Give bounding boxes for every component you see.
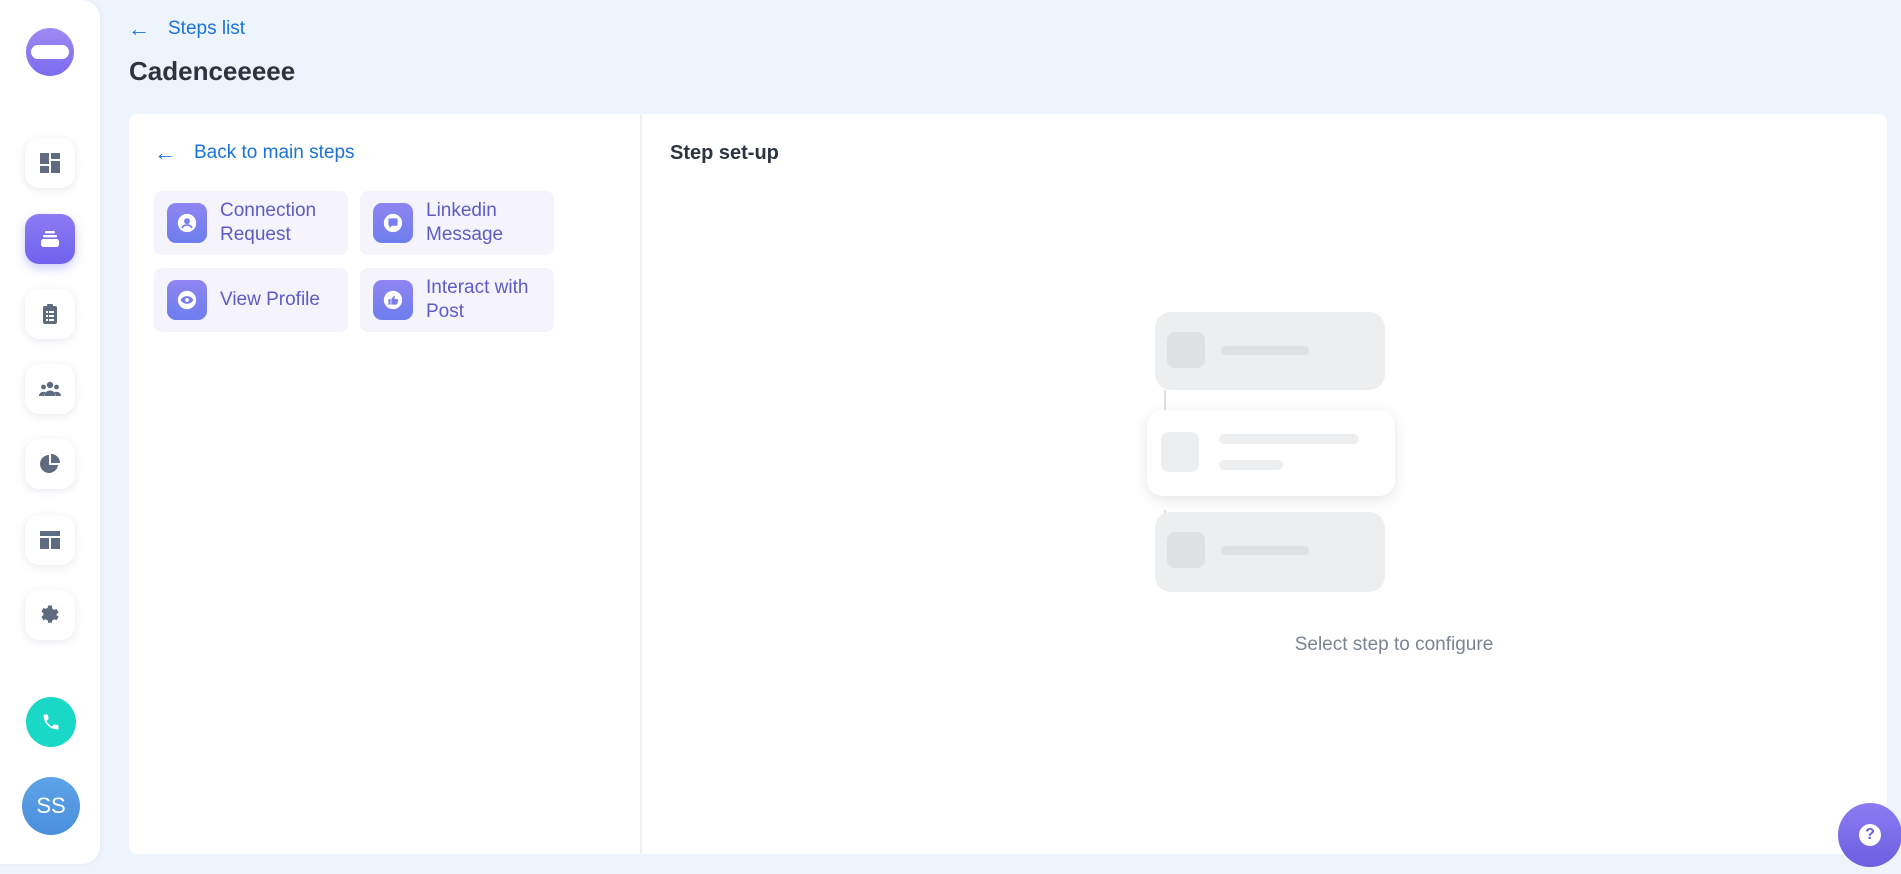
step-picker-panel: ← Back to main steps Connection Request xyxy=(129,114,642,854)
gear-icon xyxy=(41,605,59,623)
main-card: ← Back to main steps Connection Request xyxy=(129,114,1887,854)
step-icon-box xyxy=(167,203,207,243)
question-icon: ? xyxy=(1859,824,1881,846)
step-interact-with-post[interactable]: Interact with Post xyxy=(360,268,554,332)
step-label: Linkedin Message xyxy=(426,200,504,245)
step-label: Connection Request xyxy=(220,200,317,245)
arrow-left-icon: ← xyxy=(154,140,176,165)
empty-state-illustration xyxy=(1137,312,1397,602)
nav-cadences[interactable] xyxy=(25,214,75,264)
back-to-main-steps-label: Back to main steps xyxy=(194,142,355,163)
steps-list-link[interactable]: ← Steps list xyxy=(128,18,245,40)
help-button[interactable]: ? xyxy=(1838,803,1901,867)
arrow-left-icon: ← xyxy=(128,16,150,41)
eye-icon xyxy=(177,290,197,310)
steps-list-label: Steps list xyxy=(168,18,246,39)
layout-icon xyxy=(40,531,60,549)
clipboard-icon xyxy=(43,304,57,324)
step-linkedin-message[interactable]: Linkedin Message xyxy=(360,191,554,255)
step-setup-title: Step set-up xyxy=(670,142,779,164)
step-label: View Profile xyxy=(220,289,320,310)
user-circle-icon xyxy=(177,213,197,233)
nav-team[interactable] xyxy=(25,364,75,414)
step-icon-box xyxy=(373,203,413,243)
nav-tasks[interactable] xyxy=(25,289,75,339)
pie-chart-icon xyxy=(40,454,60,473)
nav-settings[interactable] xyxy=(25,590,75,640)
step-view-profile[interactable]: View Profile xyxy=(154,268,348,332)
step-connection-request[interactable]: Connection Request xyxy=(154,191,348,255)
sidebar: SS xyxy=(0,0,100,864)
avatar[interactable]: SS xyxy=(22,777,80,835)
dashboard-icon xyxy=(40,153,60,173)
thumbs-up-icon xyxy=(383,290,403,310)
nav-analytics[interactable] xyxy=(25,439,75,489)
step-icon-box xyxy=(167,280,207,320)
inbox-stack-icon xyxy=(41,231,59,247)
app-logo[interactable] xyxy=(26,28,74,76)
page-title: Cadenceeeee xyxy=(129,56,296,86)
back-to-main-steps-link[interactable]: ← Back to main steps xyxy=(154,142,355,164)
nav-dashboard[interactable] xyxy=(25,138,75,188)
phone-icon xyxy=(43,714,59,730)
call-button[interactable] xyxy=(26,697,76,747)
nav-templates[interactable] xyxy=(25,515,75,565)
step-icon-box xyxy=(373,280,413,320)
step-label: Interact with Post xyxy=(426,277,529,322)
empty-state-text: Select step to configure xyxy=(1294,634,1494,655)
chat-bubble-icon xyxy=(383,213,403,233)
team-icon xyxy=(39,381,61,396)
